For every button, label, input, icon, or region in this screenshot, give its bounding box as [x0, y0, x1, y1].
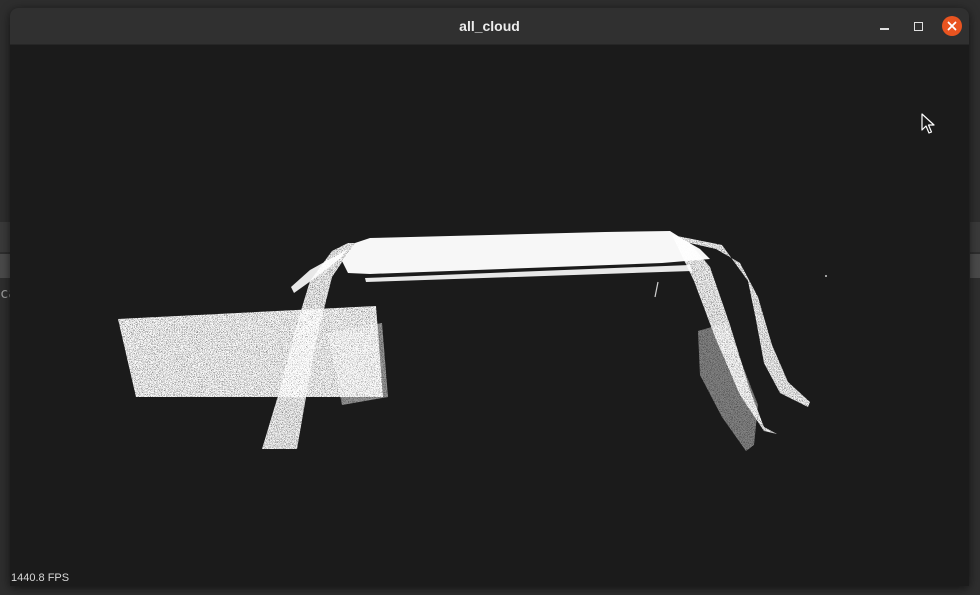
maximize-icon — [913, 21, 923, 31]
close-icon — [947, 21, 957, 31]
minimize-button[interactable] — [874, 16, 894, 36]
point-cloud-scatter-right — [698, 323, 758, 451]
minimize-icon — [879, 28, 889, 30]
title-bar[interactable]: all_cloud — [10, 8, 969, 45]
mouse-cursor-icon — [921, 113, 935, 134]
close-button[interactable] — [942, 16, 962, 36]
window-title: all_cloud — [459, 18, 520, 34]
point-cloud-stray-point — [825, 275, 827, 277]
background-input-strip-right — [970, 254, 980, 278]
background-toolbar-strip-right — [970, 222, 980, 252]
point-cloud-canvas[interactable]: 1440.8 FPS — [10, 45, 969, 586]
point-cloud-small-stroke — [654, 281, 659, 298]
maximize-button[interactable] — [908, 16, 928, 36]
point-cloud-render — [118, 231, 827, 451]
background-text: ca — [0, 286, 10, 302]
point-cloud-viewer-window[interactable]: all_cloud 1440.8 FPS — [10, 8, 969, 586]
fps-counter: 1440.8 FPS — [11, 572, 70, 584]
